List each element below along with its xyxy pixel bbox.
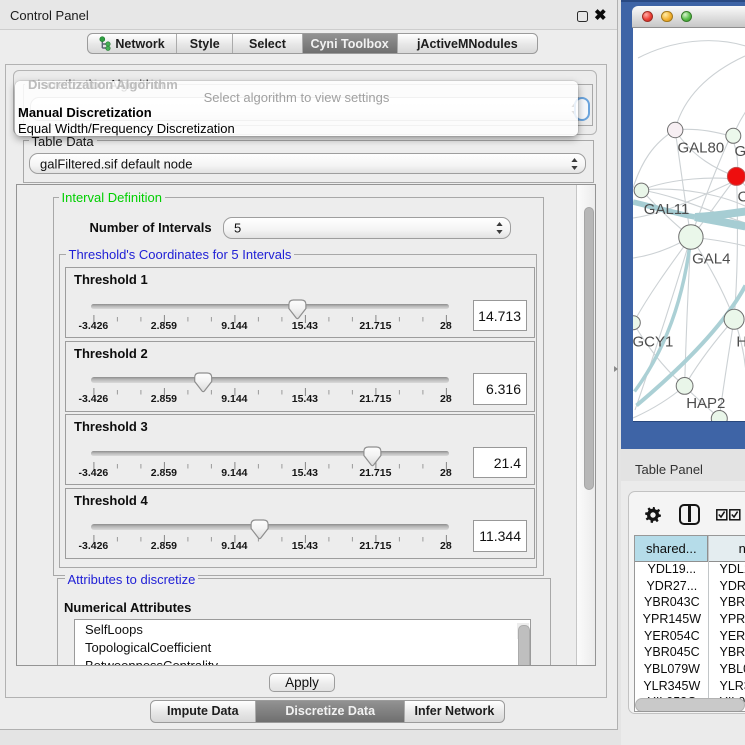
svg-text:C: C	[737, 188, 745, 205]
svg-text:GCY1: GCY1	[633, 333, 673, 350]
svg-text:GAL11: GAL11	[643, 201, 689, 218]
svg-text:H: H	[736, 333, 745, 350]
svg-text:HAP2: HAP2	[686, 395, 725, 412]
svg-text:G.: G.	[734, 143, 745, 160]
svg-text:GAL4: GAL4	[692, 250, 730, 267]
svg-text:GAL80: GAL80	[677, 139, 724, 156]
